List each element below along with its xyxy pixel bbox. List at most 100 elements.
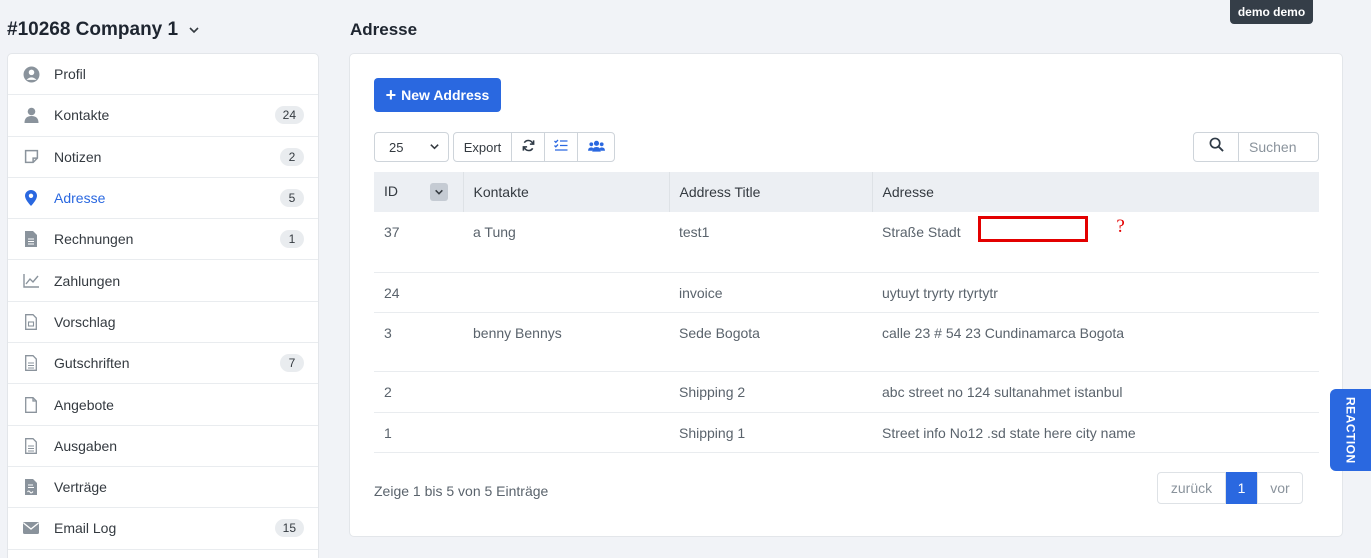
count-badge: 24 xyxy=(274,106,304,125)
reaction-label: REACTION xyxy=(1343,396,1358,464)
address-card: + New Address 25 Export Suchen ID Kontak… xyxy=(349,53,1343,537)
count-badge: 15 xyxy=(274,519,304,538)
cell-kontakt xyxy=(463,371,669,413)
search-box xyxy=(1193,132,1319,162)
file-doc-icon xyxy=(22,313,40,331)
cell-id: 24 xyxy=(374,272,463,313)
refresh-button[interactable] xyxy=(512,133,545,161)
users-icon xyxy=(587,140,605,155)
redaction-highlight-box xyxy=(978,216,1089,243)
sidebar-item-ausgaben[interactable]: Ausgaben xyxy=(8,426,318,467)
cell-adresse-text: Straße Stadt xyxy=(882,224,961,240)
search-button[interactable] xyxy=(1194,133,1239,161)
column-header-address-title[interactable]: Address Title xyxy=(669,172,873,212)
cell-title: Sede Bogota xyxy=(669,312,872,372)
cell-kontakt: benny Bennys xyxy=(463,312,669,372)
cell-kontakt: a Tung xyxy=(463,212,669,273)
export-label: Export xyxy=(463,139,502,155)
sidebar-item-label: Notizen xyxy=(54,148,102,165)
sidebar: Profil Kontakte 24 Notizen 2 Adresse 5 R… xyxy=(7,53,319,558)
page-size-value: 25 xyxy=(389,139,404,155)
pagination-prev-label: zurück xyxy=(1170,480,1213,496)
table-row[interactable]: 2 Shipping 2 abc street no 124 sultanahm… xyxy=(374,371,1319,413)
company-title: #10268 Company 1 xyxy=(7,19,179,40)
sidebar-item-label: Kontakte xyxy=(54,107,110,124)
column-header-kontakte[interactable]: Kontakte xyxy=(463,172,670,212)
count-badge: 2 xyxy=(280,147,304,166)
table-row[interactable]: 24 invoice uytuyt tryrty rtyrtytr xyxy=(374,272,1319,313)
file-contract-icon xyxy=(22,478,40,496)
sidebar-item-vertraege[interactable]: Verträge xyxy=(8,467,318,509)
sidebar-item-label: Zahlungen xyxy=(54,272,121,289)
search-icon xyxy=(1209,137,1224,157)
sidebar-item-notizen[interactable]: Notizen 2 xyxy=(8,137,318,178)
reaction-tab[interactable]: REACTION xyxy=(1330,389,1371,471)
count-badge: 1 xyxy=(280,230,304,249)
cell-kontakt xyxy=(463,412,669,453)
cell-adresse: Street info No12 .sd state here city nam… xyxy=(872,412,1319,453)
sidebar-item-adresse[interactable]: Adresse 5 xyxy=(8,178,318,220)
sidebar-item-label: Email Log xyxy=(54,520,117,537)
file-lines-icon xyxy=(22,354,40,372)
list-check-icon xyxy=(554,139,568,155)
table-row[interactable]: 3 benny Bennys Sede Bogota calle 23 # 54… xyxy=(374,312,1319,372)
sidebar-item-kontakte[interactable]: Kontakte 24 xyxy=(8,95,318,137)
table-header-row: ID Kontakte Address Title Adresse xyxy=(374,172,1319,212)
pagination-next-label: vor xyxy=(1270,480,1290,496)
column-header-label: ID xyxy=(384,182,398,199)
sort-chevron-icon[interactable] xyxy=(429,183,448,202)
export-button[interactable]: Export xyxy=(454,133,512,161)
table-toolbar: 25 Export xyxy=(374,132,615,162)
pagination-page-label: 1 xyxy=(1237,480,1246,496)
pagination-prev[interactable]: zurück xyxy=(1157,472,1226,504)
sidebar-item-rechnungen[interactable]: Rechnungen 1 xyxy=(8,219,318,261)
column-header-label: Address Title xyxy=(679,184,761,200)
cell-title: test1 xyxy=(669,212,872,273)
file-text-icon xyxy=(22,230,40,248)
sidebar-item-zahlungen[interactable]: Zahlungen xyxy=(8,260,318,302)
company-switcher[interactable]: #10268 Company 1 xyxy=(7,17,200,43)
address-table: ID Kontakte Address Title Adresse 37 a T… xyxy=(374,172,1319,453)
cell-adresse: Straße Stadt ? xyxy=(872,212,1319,273)
column-header-id[interactable]: ID xyxy=(374,172,464,212)
refresh-icon xyxy=(522,139,535,155)
page-size-select[interactable]: 25 xyxy=(374,132,449,162)
user-name: demo demo xyxy=(1237,5,1306,19)
table-row[interactable]: 1 Shipping 1 Street info No12 .sd state … xyxy=(374,412,1319,453)
sidebar-item-label: Vorschlag xyxy=(54,313,116,330)
cell-title: Shipping 1 xyxy=(669,412,872,453)
cell-title: Shipping 2 xyxy=(669,371,872,413)
cell-adresse: abc street no 124 sultanahmet istanbul xyxy=(872,371,1319,413)
chevron-down-icon xyxy=(188,24,200,36)
new-address-label: New Address xyxy=(401,87,490,103)
column-header-label: Kontakte xyxy=(473,184,529,200)
map-pin-icon xyxy=(22,189,40,207)
sidebar-item-label: Verträge xyxy=(54,479,107,496)
pagination-page-current[interactable]: 1 xyxy=(1226,472,1257,504)
table-row[interactable]: 37 a Tung test1 Straße Stadt ? xyxy=(374,212,1319,273)
pagination-next[interactable]: vor xyxy=(1257,472,1303,504)
new-address-button[interactable]: + New Address xyxy=(374,78,501,112)
envelope-icon xyxy=(22,519,40,537)
sidebar-item-label: Rechnungen xyxy=(54,231,134,248)
sidebar-item-angebote[interactable]: Angebote xyxy=(8,384,318,426)
cell-id: 1 xyxy=(374,412,463,453)
page-title: Adresse xyxy=(350,20,418,39)
group-filter-button[interactable] xyxy=(578,133,614,161)
sidebar-item-label: Angebote xyxy=(54,396,114,413)
sidebar-item-email-log[interactable]: Email Log 15 xyxy=(8,508,318,550)
table-info: Zeige 1 bis 5 von 5 Einträge xyxy=(374,483,549,499)
column-header-label: Adresse xyxy=(882,184,934,200)
note-icon xyxy=(22,148,40,166)
sidebar-item-gutschriften[interactable]: Gutschriften 7 xyxy=(8,343,318,385)
count-badge: 5 xyxy=(280,189,304,208)
column-toggle-button[interactable] xyxy=(545,133,578,161)
sidebar-item-vorschlag[interactable]: Vorschlag xyxy=(8,302,318,344)
cell-id: 37 xyxy=(374,212,463,273)
search-input[interactable] xyxy=(1239,133,1318,161)
sidebar-item-profil[interactable]: Profil xyxy=(8,54,318,96)
user-menu[interactable]: demo demo xyxy=(1230,0,1313,24)
cell-kontakt xyxy=(463,272,669,313)
column-header-adresse[interactable]: Adresse xyxy=(872,172,1319,212)
annotation-question-mark: ? xyxy=(1116,216,1125,237)
